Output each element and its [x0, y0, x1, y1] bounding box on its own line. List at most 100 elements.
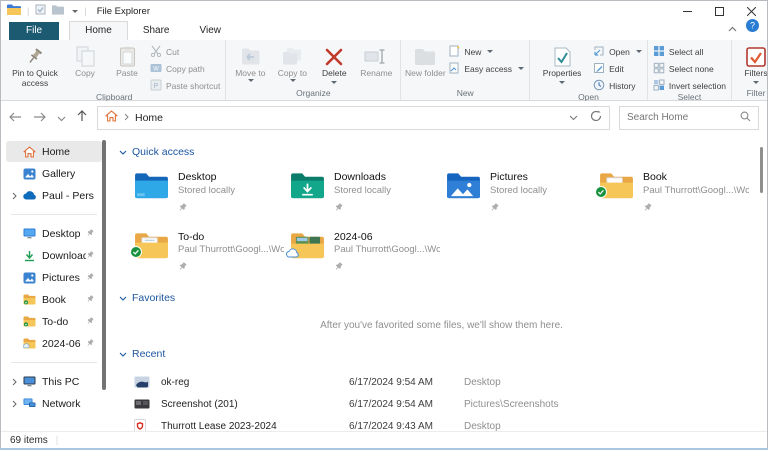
recent-row-thurrott-lease[interactable]: Thurrott Lease 2023-2024 6/17/2024 9:43 … [134, 415, 749, 431]
onedrive-icon [22, 191, 37, 200]
easy-access-button[interactable]: Easy access [448, 62, 525, 75]
ribbon-group-open: Properties Open Edit History Open [530, 40, 648, 102]
properties-button[interactable]: Properties [533, 41, 591, 84]
pin-to-quick-access-button[interactable]: Pin to Quick access [6, 41, 64, 89]
sidebar-item-todo[interactable]: To-do [6, 311, 102, 332]
gallery-icon [22, 168, 37, 180]
sidebar-scrollbar[interactable] [102, 140, 106, 390]
expand-chevron-icon[interactable] [12, 378, 22, 386]
svg-text:W: W [153, 66, 159, 72]
qat-properties-icon[interactable] [35, 4, 46, 18]
tab-share[interactable]: Share [128, 22, 185, 40]
section-quick-access-header[interactable]: Quick access [119, 146, 749, 158]
status-bar: 69 items | [1, 431, 767, 448]
properties-icon [553, 44, 572, 69]
chevron-down-icon [119, 146, 127, 158]
expand-chevron-icon[interactable] [12, 400, 22, 408]
pin-icon [643, 199, 749, 217]
address-dropdown-icon[interactable] [569, 112, 578, 124]
forward-button[interactable] [33, 109, 46, 127]
home-icon [22, 145, 37, 158]
sidebar-item-gallery[interactable]: Gallery [6, 163, 102, 184]
sidebar-item-network[interactable]: Network [6, 393, 102, 414]
tile-desktop[interactable]: Desktop Stored locally [134, 171, 284, 217]
tile-downloads[interactable]: Downloads Stored locally [290, 171, 440, 217]
qat-customize-arrow-icon[interactable] [72, 9, 79, 13]
history-button[interactable]: History [593, 79, 642, 92]
collapse-ribbon-icon[interactable] [728, 19, 737, 37]
cut-button[interactable]: Cut [150, 45, 220, 58]
search-box[interactable] [619, 105, 759, 130]
breadcrumb-separator-icon [124, 112, 129, 124]
pictures-icon [22, 272, 37, 284]
ribbon-tab-row: File Home Share View ? [1, 19, 767, 40]
recent-locations-arrow-icon[interactable] [57, 109, 66, 127]
tile-book[interactable]: Book Paul Thurrott\Googl...\Work [595, 171, 749, 217]
ribbon-group-organize: Move to Copy to Delete Rename Organize [226, 40, 402, 100]
up-button[interactable] [77, 109, 87, 127]
section-favorites-header[interactable]: Favorites [119, 292, 749, 304]
new-folder-icon [413, 44, 437, 69]
expand-chevron-icon[interactable] [12, 192, 22, 200]
qat-new-folder-icon[interactable] [52, 4, 65, 18]
tab-home[interactable]: Home [69, 21, 128, 40]
paste-button[interactable]: Paste [106, 41, 148, 79]
minimize-button[interactable] [671, 2, 703, 20]
new-item-button[interactable]: New [448, 45, 524, 58]
content-scrollbar[interactable] [760, 147, 763, 193]
select-all-button[interactable]: Select all [653, 45, 726, 58]
rename-button[interactable]: Rename [355, 41, 397, 79]
sidebar-item-desktop[interactable]: Desktop [6, 223, 102, 244]
filters-button[interactable]: Filters [735, 41, 767, 84]
tile-2024-06[interactable]: 2024-06 Paul Thurrott\Googl...\Work [286, 231, 440, 277]
downloads-folder-icon [290, 171, 325, 200]
address-bar[interactable]: Home [97, 105, 610, 130]
recent-row-ok-reg[interactable]: ok-reg 6/17/2024 9:54 AM Desktop [134, 371, 749, 393]
close-button[interactable] [735, 2, 767, 20]
cut-icon [150, 45, 162, 59]
help-icon[interactable]: ? [746, 19, 759, 37]
tile-pictures[interactable]: Pictures Stored locally [446, 171, 593, 217]
copy-path-button[interactable]: W Copy path [150, 62, 220, 75]
sidebar-item-home[interactable]: Home [6, 141, 102, 162]
group-label-new: New [456, 88, 474, 98]
pictures-folder-icon [446, 171, 481, 200]
synced-badge-icon [595, 185, 607, 203]
tile-todo[interactable]: To-do Paul Thurrott\Googl...\Work [130, 231, 284, 277]
breadcrumb-home[interactable]: Home [135, 112, 163, 124]
invert-selection-button[interactable]: Invert selection [653, 79, 726, 92]
open-button[interactable]: Open [593, 45, 642, 58]
pin-icon [490, 199, 547, 217]
sidebar-item-book[interactable]: Book [6, 289, 102, 310]
quick-access-tiles: Desktop Stored locally Downloads Stored … [130, 171, 749, 277]
refresh-icon[interactable] [590, 110, 602, 125]
ribbon: Pin to Quick access Copy Paste Cut W Copy… [1, 40, 767, 102]
back-button[interactable] [9, 109, 22, 127]
select-none-button[interactable]: Select none [653, 62, 726, 75]
maximize-button[interactable] [703, 2, 735, 20]
folder-cloud-icon [22, 338, 37, 349]
sidebar-item-this-pc[interactable]: This PC [6, 371, 102, 392]
copy-to-button[interactable]: Copy to [271, 41, 313, 82]
paste-shortcut-button[interactable]: P Paste shortcut [150, 79, 220, 92]
delete-button[interactable]: Delete [313, 41, 355, 84]
select-none-icon [653, 62, 665, 76]
sidebar-item-downloads[interactable]: Downloads [6, 245, 102, 266]
paste-icon [119, 44, 136, 69]
folder-synced-icon [22, 316, 37, 327]
search-icon[interactable] [740, 109, 751, 127]
copy-button[interactable]: Copy [64, 41, 106, 79]
sidebar-item-onedrive-paul-personal[interactable]: Paul - Personal [6, 185, 102, 206]
move-to-button[interactable]: Move to [229, 41, 271, 82]
recent-row-screenshot-201[interactable]: Screenshot (201) 6/17/2024 9:54 AM Pictu… [134, 393, 749, 415]
sidebar-item-2024-06[interactable]: 2024-06 [6, 333, 102, 354]
tab-file[interactable]: File [9, 22, 60, 40]
pin-icon [86, 316, 94, 328]
section-recent-header[interactable]: Recent [119, 348, 749, 360]
titlebar-divider: | [27, 6, 30, 16]
tab-view[interactable]: View [185, 22, 237, 40]
sidebar-item-pictures[interactable]: Pictures [6, 267, 102, 288]
search-input[interactable] [627, 112, 740, 123]
new-folder-button[interactable]: New folder [404, 41, 446, 79]
edit-button[interactable]: Edit [593, 62, 642, 75]
